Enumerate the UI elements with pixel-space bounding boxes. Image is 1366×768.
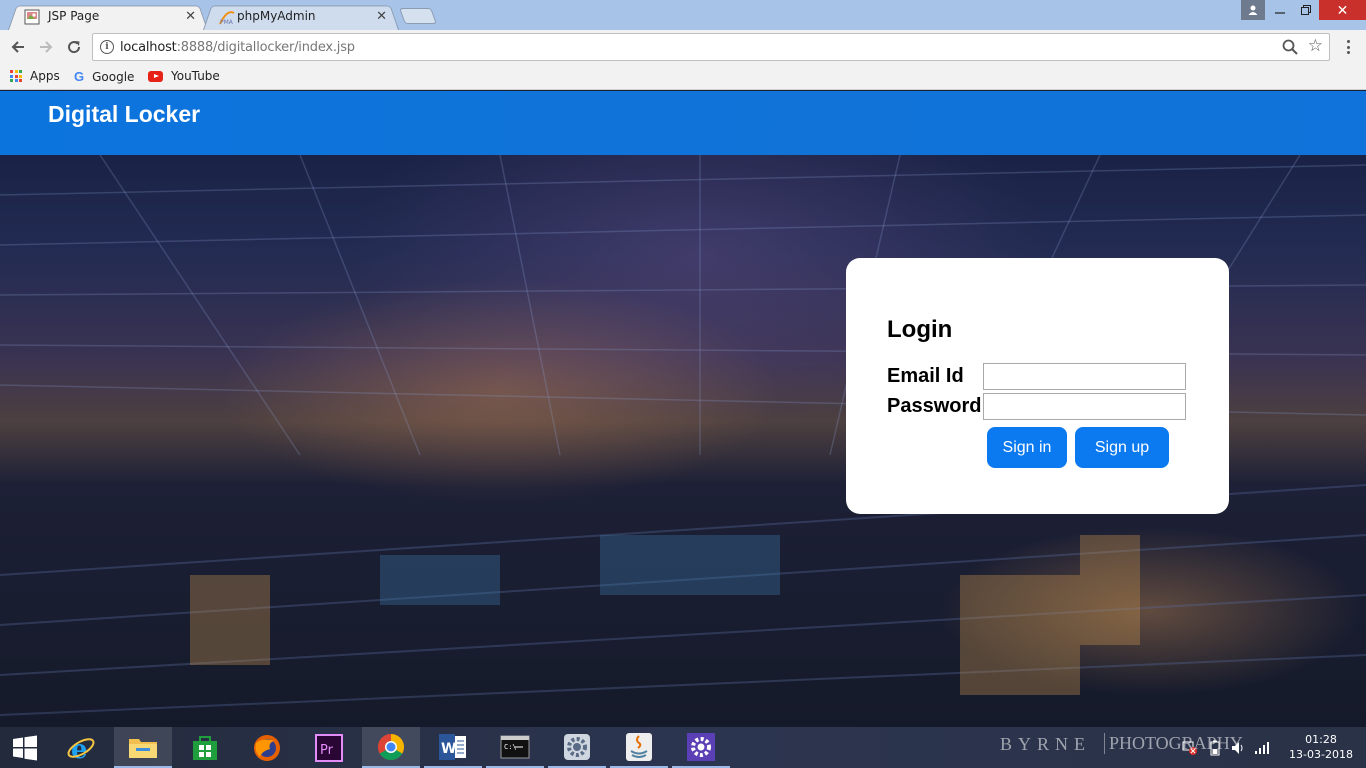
start-button[interactable] [0, 727, 50, 768]
store-app[interactable] [176, 727, 234, 768]
email-label: Email Id [887, 365, 964, 387]
tab-title: JSP Page [48, 9, 100, 23]
login-title: Login [887, 316, 953, 343]
bookmark-google[interactable]: G Google [74, 69, 134, 84]
close-tab-icon[interactable]: ✕ [376, 8, 387, 24]
settings-app[interactable] [548, 727, 606, 768]
tab-strip: JSP Page ✕ PMA phpMyAdmin ✕ ✕ [0, 0, 1366, 31]
search-icon[interactable] [1281, 38, 1299, 56]
file-explorer-app[interactable] [114, 727, 172, 768]
minimize-button[interactable] [1267, 0, 1293, 20]
bookmark-label: Google [92, 69, 135, 84]
bookmark-label: YouTube [171, 69, 220, 83]
tab-title: phpMyAdmin [237, 9, 316, 23]
clock-time: 01:28 [1305, 733, 1337, 746]
sign-in-button[interactable]: Sign in [987, 427, 1067, 468]
youtube-icon [148, 70, 163, 82]
address-bar[interactable]: i localhost:8888/digitallocker/index.jsp… [92, 33, 1330, 61]
windows-logo-icon [13, 735, 37, 760]
restore-button[interactable] [1293, 0, 1319, 20]
store-icon [193, 735, 217, 760]
watermark-left: BYRNE [1000, 734, 1092, 754]
site-header: Digital Locker [0, 91, 1366, 155]
bookmarks-bar: Apps G Google YouTube [0, 64, 1366, 90]
url-text: localhost:8888/digitallocker/index.jsp [120, 40, 355, 55]
folder-icon [129, 738, 157, 758]
premiere-pro-app[interactable]: Pr [300, 727, 358, 768]
phpmyadmin-favicon-icon: PMA [219, 11, 235, 25]
chrome-app[interactable] [362, 727, 420, 768]
word-app[interactable]: W [424, 727, 482, 768]
bookmark-star-icon[interactable]: ☆ [1308, 36, 1323, 56]
forward-button[interactable] [35, 36, 57, 58]
internet-explorer-icon: e [67, 735, 95, 763]
clock-date: 13-03-2018 [1289, 748, 1353, 761]
close-tab-icon[interactable]: ✕ [185, 8, 196, 24]
new-tab-button[interactable] [399, 8, 437, 24]
firefox-icon [254, 734, 280, 761]
apps-grid-icon [10, 70, 22, 82]
settings-gear-icon [564, 733, 590, 760]
premiere-pro-icon: Pr [315, 733, 343, 762]
control-panel-app[interactable] [672, 727, 730, 768]
bookmark-apps[interactable]: Apps [10, 69, 60, 83]
bookmark-label: Apps [30, 69, 60, 83]
browser-menu-button[interactable] [1342, 38, 1354, 56]
browser-toolbar: i localhost:8888/digitallocker/index.jsp… [0, 30, 1366, 64]
java-app[interactable] [610, 727, 668, 768]
watermark-right: PHOTOGRAPHY [1104, 733, 1243, 754]
page-viewport: Digital Locker Login Email Id Password S… [0, 91, 1366, 727]
chrome-icon [377, 733, 405, 760]
user-profile-icon[interactable] [1241, 0, 1265, 20]
gear-icon [687, 732, 715, 761]
login-card: Login Email Id Password Sign in Sign up [846, 258, 1229, 514]
password-label: Password [887, 395, 982, 417]
svg-text:W: W [441, 741, 456, 757]
svg-text:C:\: C:\ [504, 743, 517, 751]
java-icon [626, 732, 652, 761]
password-field[interactable] [983, 393, 1186, 420]
back-button[interactable] [7, 36, 29, 58]
wifi-signal-icon[interactable] [1254, 741, 1272, 755]
email-field[interactable] [983, 363, 1186, 390]
word-icon: W [439, 733, 466, 760]
site-info-icon[interactable]: i [100, 40, 114, 54]
google-icon: G [74, 69, 85, 84]
svg-text:Pr: Pr [320, 743, 334, 758]
bookmark-youtube[interactable]: YouTube [148, 69, 220, 83]
sign-up-button[interactable]: Sign up [1075, 427, 1169, 468]
command-prompt-app[interactable]: C:\ [486, 727, 544, 768]
reload-button[interactable] [63, 36, 85, 58]
tab-jsp-page[interactable]: JSP Page ✕ [8, 3, 208, 31]
terminal-icon: C:\ [500, 735, 530, 758]
firefox-app[interactable] [238, 727, 296, 768]
site-title: Digital Locker [48, 101, 201, 127]
tab-phpmyadmin[interactable]: PMA phpMyAdmin ✕ [203, 3, 399, 31]
page-favicon-icon [24, 9, 40, 25]
close-window-button[interactable]: ✕ [1319, 0, 1366, 20]
system-clock[interactable]: 01:28 13-03-2018 [1286, 732, 1356, 762]
svg-text:PMA: PMA [220, 19, 234, 25]
internet-explorer-app[interactable]: e [52, 727, 110, 768]
